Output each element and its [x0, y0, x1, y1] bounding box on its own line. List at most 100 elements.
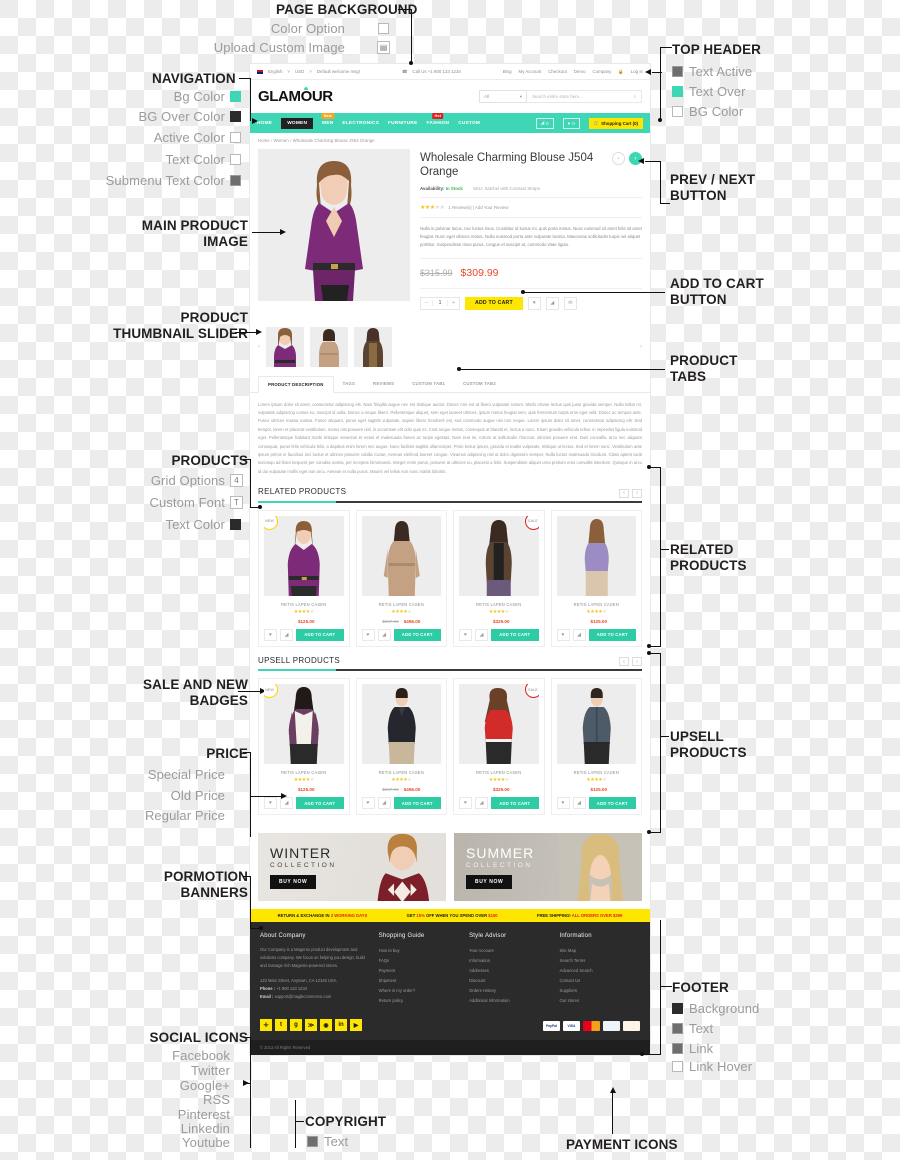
- quantity-stepper[interactable]: − 1 +: [420, 296, 460, 310]
- color-option-swatch[interactable]: [378, 23, 389, 34]
- compare-icon[interactable]: ◢: [280, 628, 293, 641]
- reviews-link[interactable]: 1 Review(s) | Add Your Review: [448, 205, 508, 210]
- footer-link[interactable]: Suppliers: [560, 986, 640, 996]
- wishlist-icon[interactable]: ♥: [361, 797, 375, 810]
- product-card-image[interactable]: NEW: [264, 684, 344, 765]
- products-text-color-swatch[interactable]: [230, 519, 241, 530]
- wishlist-icon[interactable]: ♥: [527, 296, 541, 310]
- product-card-name[interactable]: RETIS LAPEN CASEN: [362, 764, 442, 775]
- product-card[interactable]: RETIS LAPEN CASEN ★★★★★ $125.00 ♥ ◢ ADD …: [550, 678, 642, 816]
- footer-link[interactable]: Advanced Search: [560, 966, 640, 976]
- nav-submenu-text-color-swatch[interactable]: [230, 175, 241, 186]
- link-checkout[interactable]: Checkout: [548, 69, 567, 75]
- nav-text-color-swatch[interactable]: [230, 154, 241, 165]
- top-text-over-swatch[interactable]: [672, 86, 683, 98]
- compare-icon[interactable]: ◢: [572, 628, 586, 641]
- footer-link-swatch[interactable]: [672, 1043, 683, 1055]
- currency-select[interactable]: USD: [295, 69, 304, 74]
- compare-icon[interactable]: ◢: [377, 797, 391, 810]
- site-logo[interactable]: GLAMOUR: [258, 88, 333, 105]
- top-bg-color-swatch[interactable]: [672, 106, 683, 118]
- product-card-image[interactable]: [556, 684, 636, 765]
- add-to-cart-button[interactable]: ADD TO CART: [588, 797, 636, 810]
- product-card-image[interactable]: [361, 684, 441, 765]
- related-prev-button[interactable]: ‹: [619, 488, 629, 498]
- image-upload-icon[interactable]: ▤: [377, 41, 390, 54]
- product-card-image[interactable]: [361, 515, 441, 596]
- thumbnail-2[interactable]: [310, 326, 348, 367]
- product-card-image[interactable]: [556, 515, 636, 596]
- footer-link[interactable]: Contact Us: [560, 976, 640, 986]
- product-card-image[interactable]: SALE: [459, 684, 539, 765]
- rss-icon[interactable]: ≫: [305, 1019, 317, 1032]
- footer-background-swatch[interactable]: [672, 1003, 683, 1015]
- add-to-cart-button[interactable]: ADD TO CART: [393, 797, 441, 810]
- wishlist-icon[interactable]: ♥: [556, 797, 570, 810]
- copyright-text-swatch[interactable]: [307, 1136, 318, 1148]
- share-icon[interactable]: ✛: [260, 1019, 272, 1032]
- link-demo[interactable]: Demo: [574, 69, 586, 75]
- qty-decrease-button[interactable]: −: [421, 300, 432, 306]
- footer-link[interactable]: Your Account: [469, 946, 549, 956]
- wishlist-icon[interactable]: ♥: [459, 628, 472, 641]
- compare-icon[interactable]: ◢: [572, 797, 586, 810]
- product-card[interactable]: NEW RETIS LAPEN CASEN ★★★★★ $125.00 ♥ ◢ …: [258, 678, 350, 816]
- footer-link[interactable]: Shipment: [379, 976, 459, 986]
- footer-phone-value[interactable]: +1 800 123 1234: [276, 986, 307, 991]
- nav-item-men[interactable]: New MEN: [321, 112, 335, 126]
- footer-link[interactable]: Orders History: [469, 986, 549, 996]
- compare-icon[interactable]: ◢: [545, 296, 559, 310]
- footer-link[interactable]: Site Map: [560, 946, 640, 956]
- nav-item-women[interactable]: WOMEN: [281, 117, 314, 129]
- product-card-name[interactable]: RETIS LAPEN CASEN: [557, 596, 637, 607]
- footer-link[interactable]: FAQs: [379, 956, 459, 966]
- footer-link[interactable]: Additional Information: [469, 996, 549, 1006]
- wishlist-icon[interactable]: ♥: [264, 797, 277, 810]
- add-to-cart-button[interactable]: ADD TO CART: [491, 628, 539, 641]
- footer-link[interactable]: Information: [469, 956, 549, 966]
- prev-product-button[interactable]: ‹: [612, 152, 625, 165]
- grid-options-glyph[interactable]: 4: [230, 474, 243, 487]
- nav-bg-over-color-swatch[interactable]: [230, 111, 241, 122]
- compare-icon[interactable]: ◢: [377, 628, 391, 641]
- add-to-cart-button[interactable]: ADD TO CART: [588, 628, 636, 641]
- link-blog[interactable]: Blog: [503, 69, 512, 75]
- nav-active-color-swatch[interactable]: [230, 132, 241, 143]
- product-card[interactable]: RETIS LAPEN CASEN ★★★★★ $567.00 $456.00 ♥…: [355, 678, 447, 816]
- buy-now-button[interactable]: BUY NOW: [466, 875, 513, 890]
- nav-item-furniture[interactable]: FURNITURE: [388, 121, 418, 126]
- add-to-cart-button[interactable]: ADD TO CART: [296, 628, 344, 641]
- shopping-cart-button[interactable]: 🛒 Shopping Cart (0): [588, 117, 643, 129]
- youtube-icon[interactable]: ▶: [350, 1019, 362, 1032]
- tab-custom-1[interactable]: CUSTOM TAB1: [403, 376, 454, 392]
- wishlist-icon[interactable]: ♥: [459, 797, 472, 810]
- thumbnail-3[interactable]: [354, 326, 392, 367]
- nav-bg-color-swatch[interactable]: [230, 91, 241, 102]
- thumb-next-arrow[interactable]: ›: [640, 344, 642, 350]
- footer-link[interactable]: Addresses: [469, 966, 549, 976]
- product-card-name[interactable]: RETIS LAPEN CASEN: [557, 764, 637, 775]
- pinterest-icon[interactable]: ◉: [320, 1019, 332, 1032]
- product-card-name[interactable]: RETIS LAPEN CASEN: [459, 596, 539, 607]
- footer-link[interactable]: Payment: [379, 966, 459, 976]
- language-select[interactable]: English: [268, 69, 282, 74]
- product-card[interactable]: RETIS LAPEN CASEN ★★★★★ $125.00 ♥ ◢ ADD …: [550, 509, 642, 647]
- promo-banner-winter[interactable]: WINTER COLLECTION BUY NOW: [258, 833, 446, 902]
- qty-increase-button[interactable]: +: [448, 300, 459, 306]
- footer-link[interactable]: Return policy: [379, 996, 459, 1006]
- qty-value[interactable]: 1: [432, 300, 448, 306]
- buy-now-button[interactable]: BUY NOW: [270, 875, 317, 890]
- product-card-name[interactable]: RETIS LAPEN CASEN: [264, 764, 344, 775]
- thumbnail-1[interactable]: [266, 326, 304, 367]
- footer-link[interactable]: Discount: [469, 976, 549, 986]
- footer-link[interactable]: Where is my order?: [379, 986, 459, 996]
- upsell-next-button[interactable]: ›: [632, 657, 642, 667]
- product-card-name[interactable]: RETIS LAPEN CASEN: [362, 596, 442, 607]
- tab-product-description[interactable]: PRODUCT DESCRIPTION: [258, 375, 334, 393]
- product-card-name[interactable]: RETIS LAPEN CASEN: [459, 764, 539, 775]
- footer-link[interactable]: Search Terms: [560, 956, 640, 966]
- link-log-in[interactable]: Log In: [631, 69, 643, 75]
- product-card-image[interactable]: SALE: [459, 515, 539, 596]
- product-card-image[interactable]: NEW: [264, 515, 344, 596]
- wishlist-icon[interactable]: ♥: [264, 628, 277, 641]
